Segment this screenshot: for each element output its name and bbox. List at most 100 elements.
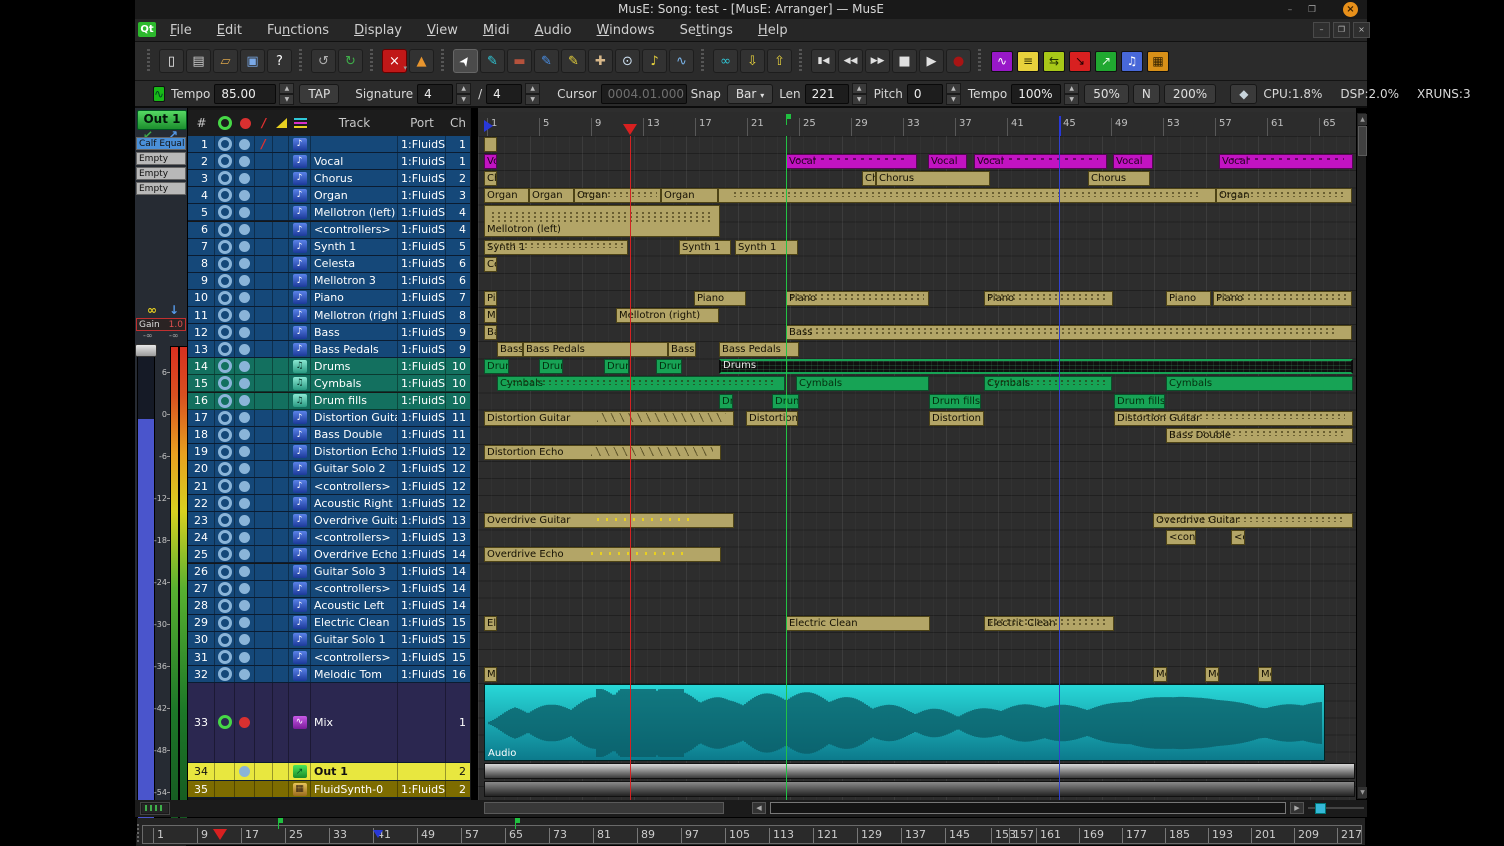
part-clip-distortion[interactable]: Distortion [929,411,984,426]
stop-button[interactable]: ■ [892,49,917,73]
part-clip-pi[interactable]: Pi [484,291,497,306]
overview-playhead-icon[interactable] [213,829,227,840]
track-enable-icon[interactable] [239,173,250,184]
whats-this-button[interactable]: ? [267,49,292,73]
tempo-half-button[interactable]: 50% [1084,84,1129,104]
titlebar-close-icon[interactable]: × [1343,2,1358,17]
mute-header-icon[interactable]: / [255,110,273,136]
part-clip-me[interactable]: Me [484,667,497,682]
track-enable-icon[interactable] [239,515,250,526]
track-enable-icon[interactable] [239,207,250,218]
record-arm-icon[interactable] [218,547,232,561]
record-arm-icon[interactable] [218,376,232,390]
punch-out-button[interactable]: ⇧ [767,49,792,73]
part-clip-organ[interactable]: Organ [661,188,718,203]
scroll-down-icon[interactable]: ▼ [1358,787,1367,798]
part-clip--con[interactable]: <con [1166,530,1196,545]
track-enable-icon[interactable] [239,361,250,372]
track-row-Synth 1[interactable]: 7♪Synth 11:FluidSyr5 [188,239,470,256]
punch-in-button[interactable]: ⇩ [740,49,765,73]
part-clip-vocal[interactable]: Vocal [1113,154,1153,169]
record-arm-icon[interactable] [218,291,232,305]
track-enable-icon[interactable] [239,463,250,474]
record-arm-icon[interactable] [218,667,232,681]
part-clip-distortion-guitar[interactable]: Distortion Guitar [1114,411,1353,426]
part-clip-cymbals[interactable]: Cymbals [1166,376,1353,391]
part-clip-synth-1[interactable]: Synth 1 [735,240,798,255]
part-clip-el[interactable]: El [484,616,497,631]
open-file-button[interactable]: ▱ [213,49,238,73]
track-enable-icon[interactable] [239,258,250,269]
track-row-Drums[interactable]: 14♫Drums1:FluidSyr10 [188,358,470,375]
pianoroll-button[interactable]: ▦ [1147,51,1169,72]
effect-slot[interactable]: Empty [136,167,186,180]
toolbar-grip[interactable] [369,49,376,73]
part-clip-bass[interactable]: Bass [786,325,1352,340]
track-enable-icon[interactable] [239,446,250,457]
record-arm-icon[interactable] [218,650,232,664]
mdi-minimize-icon[interactable]: – [1313,22,1330,38]
part-clip-cymbals[interactable]: Cymbals [796,376,929,391]
part-clip-drum-fills[interactable]: Drum fills [929,394,981,409]
track-enable-icon[interactable] [239,139,250,150]
record-arm-icon[interactable] [218,154,232,168]
arranger-canvas[interactable]: VoVocalVocalVocalVocalVocalChChChorusCho… [478,136,1356,800]
part-clip-ch[interactable]: Ch [484,171,497,186]
track-enable-icon[interactable] [239,617,250,628]
part-clip-synth-1[interactable]: Synth 1 [484,240,628,255]
list-editor-button[interactable]: ≡ [1017,51,1039,72]
mdi-restore-icon[interactable]: ❐ [1333,22,1350,38]
part-clip-bass[interactable]: Bass [668,342,696,357]
horizontal-scroll-handle[interactable] [484,802,724,814]
part-clip-me[interactable]: Me [1153,667,1167,682]
menu-windows[interactable]: Windows [597,23,655,38]
track-enable-icon[interactable] [239,652,250,663]
part-clip-distortion-guitar[interactable]: Distortion Guitar [484,411,734,426]
tempo-scale-input[interactable]: 100% [1011,84,1061,104]
record-arm-icon[interactable] [218,479,232,493]
track-enable-icon[interactable] [239,395,250,406]
record-arm-icon[interactable] [218,342,232,356]
menu-view[interactable]: View [427,23,458,38]
track-row-Distortion Guita[interactable]: 17♪Distortion Guita1:FluidSyr11 [188,410,470,427]
part-clip-me[interactable]: Me [1205,667,1219,682]
part-clip-drum-fills[interactable]: Drum fills [1114,394,1165,409]
record-arm-icon[interactable] [218,308,232,322]
record-icon[interactable] [239,717,250,728]
effect-slot[interactable]: Calf Equaliz [136,137,186,150]
record-arm-icon[interactable] [218,359,232,373]
signature-denominator-input[interactable]: 4 [486,84,522,104]
record-arm-icon[interactable] [218,394,232,408]
record-arm-icon[interactable] [218,599,232,613]
marker-window-button[interactable]: ↘ [1069,51,1091,72]
signature-numerator-input[interactable]: 4 [417,84,453,104]
scroll-right-icon[interactable]: ▶ [1290,802,1304,814]
new-file-button[interactable]: ▯ [159,49,184,73]
part-clip-me[interactable]: Me [484,308,497,323]
track-row-Chorus[interactable]: 3♪Chorus1:FluidSyr2 [188,170,470,187]
tap-button[interactable]: TAP [299,84,339,104]
part-clip-drum[interactable]: Drum [484,359,509,374]
track-row-1[interactable]: 1/♪1:FluidSyr1 [188,136,470,153]
part-clip-synth-1[interactable]: Synth 1 [679,240,731,255]
record-arm-header-icon[interactable] [215,110,235,136]
track-type-header-icon[interactable] [289,110,311,136]
track-row-Mellotron 3[interactable]: 9♪Mellotron 31:FluidSyr6 [188,273,470,290]
record-arm-icon[interactable] [218,445,232,459]
vertical-scroll-handle[interactable] [1358,126,1367,156]
pointer-tool-button[interactable]: ➤ [453,49,478,73]
part-clip-bass-pedals[interactable]: Bass Pedals [719,342,799,357]
part-clip-vocal[interactable]: Vocal [1219,154,1353,169]
part-clip-drum[interactable]: Drum [604,359,629,374]
timeline-ruler[interactable]: 1591317212529333741454953576165 [478,112,1356,137]
line-draw-tool-button[interactable]: ✎ [534,49,559,73]
part-clip-chorus[interactable]: Chorus [876,171,990,186]
track-enable-icon[interactable] [239,634,250,645]
titlebar-minimize-icon[interactable]: – [1283,4,1297,16]
part-clip-piano[interactable]: Piano [694,291,746,306]
scroll-left-icon[interactable]: ◀ [752,802,766,814]
record-arm-icon[interactable] [218,513,232,527]
track-row-Mix[interactable]: 33∿Mix1 [188,683,470,762]
part-clip-organ[interactable]: Organ [1216,188,1352,203]
record-arm-icon[interactable] [218,205,232,219]
